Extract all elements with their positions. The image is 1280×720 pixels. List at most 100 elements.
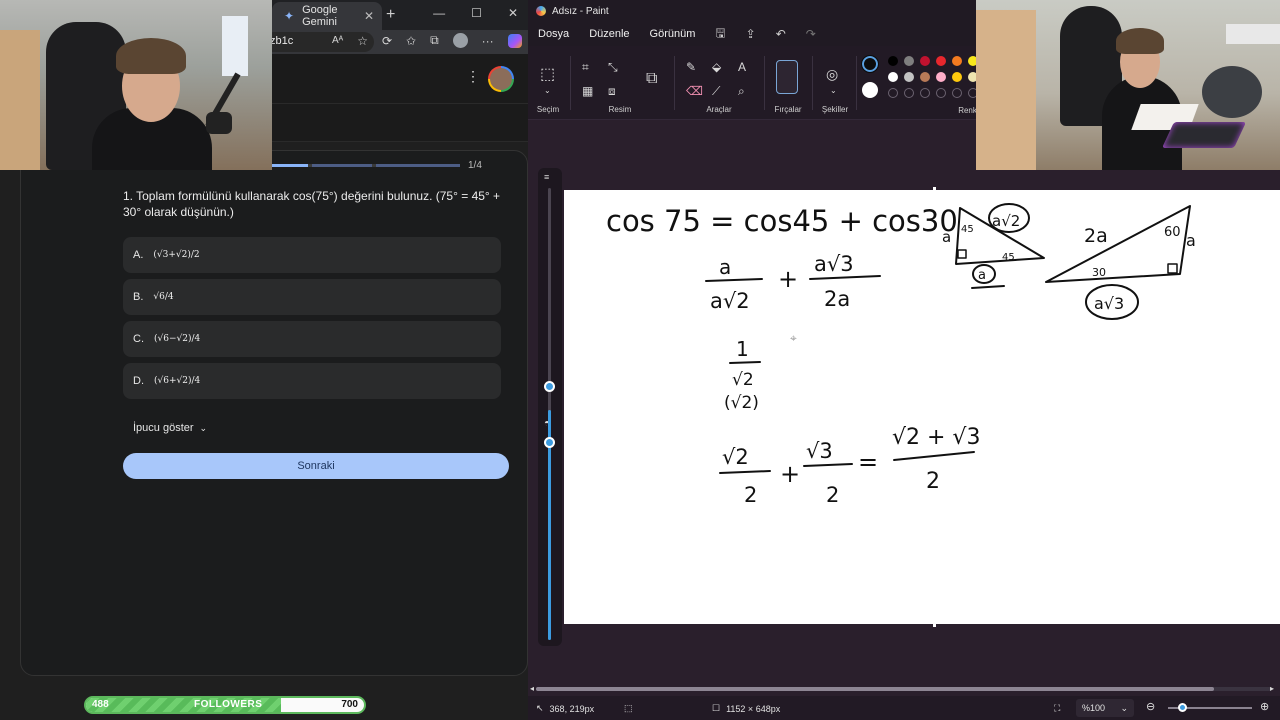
fill-icon[interactable]: ⬙	[712, 60, 721, 74]
crop-icon[interactable]: ⌗	[582, 60, 589, 75]
option-letter: B.	[133, 291, 144, 303]
scroll-left-icon[interactable]: ◂	[530, 684, 534, 693]
final-fraction-1-numerator: √2	[722, 445, 749, 469]
browser-profile-icon[interactable]	[452, 33, 468, 48]
custom-color-slot[interactable]	[888, 88, 898, 98]
gemini-icon: ✦	[284, 9, 295, 23]
canvas-size-value: 1152 × 648px	[726, 703, 781, 714]
close-window-icon[interactable]: ✕	[508, 6, 518, 20]
scroll-right-icon[interactable]: ▸	[1270, 684, 1274, 693]
desk-microphone	[1202, 66, 1262, 118]
drawing-canvas[interactable]: cos 75 = cos45 + cos30 a a√2 + a√3 2a 1 …	[564, 190, 1280, 624]
color-picker-icon[interactable]: ⟋	[712, 84, 720, 99]
answer-option-a[interactable]: A. (√3+√2)/2	[123, 237, 501, 273]
select-rectangle-icon[interactable]: ⬚	[540, 64, 555, 84]
show-hint-toggle[interactable]: İpucu göster ⌄	[133, 422, 207, 434]
brushes-group: Fırçalar	[766, 52, 810, 120]
favorites-icon[interactable]: ✩	[406, 34, 416, 48]
progress-segment	[312, 164, 372, 167]
magnifier-icon[interactable]: ⌕	[738, 84, 745, 99]
window-light	[1226, 24, 1280, 44]
selection-group: ⬚ ⌄ Seçim	[528, 52, 568, 120]
secondary-color[interactable]	[862, 82, 878, 98]
brush-icon[interactable]	[776, 60, 798, 94]
triangle-2-angle-bottom: 30	[1092, 266, 1106, 279]
new-tab-button[interactable]: +	[386, 6, 395, 24]
chevron-down-icon[interactable]: ⌄	[830, 86, 837, 95]
zoom-level-select[interactable]: %100 ⌄	[1076, 699, 1134, 717]
color-swatch[interactable]	[888, 56, 898, 66]
zoom-in-icon[interactable]: ⊕	[1260, 700, 1269, 713]
color-swatch[interactable]	[936, 72, 946, 82]
avatar-image	[490, 68, 512, 90]
more-options-icon[interactable]: ⋮	[466, 68, 480, 85]
copilot-icon[interactable]	[507, 33, 522, 48]
canvas-size: ☐ 1152 × 648px	[712, 703, 780, 714]
text-icon[interactable]: A	[738, 60, 746, 74]
custom-color-slot[interactable]	[936, 88, 946, 98]
undo-icon[interactable]: ↶	[776, 27, 786, 41]
tab-google-gemini[interactable]: ✦ Google Gemini ✕	[272, 2, 382, 30]
selection-icon: ⬚	[624, 703, 633, 713]
color-swatch[interactable]	[904, 56, 914, 66]
fraction-bar	[719, 470, 771, 474]
group-label-image: Resim	[608, 105, 632, 114]
canvas-resize-handle[interactable]	[933, 187, 936, 190]
favorite-star-icon[interactable]: ☆	[357, 34, 368, 48]
chevron-down-icon[interactable]: ⌄	[544, 86, 551, 95]
plus-sign: +	[780, 460, 800, 488]
save-icon[interactable]: 🖫	[715, 24, 725, 45]
fraction-2-denominator: 2a	[824, 287, 850, 311]
extensions-icon[interactable]: ⧉	[430, 33, 439, 48]
rotate-icon[interactable]: ⧈	[608, 84, 616, 99]
refresh-icon[interactable]: ⟳	[382, 34, 392, 48]
color-swatch[interactable]	[920, 56, 930, 66]
maximize-icon[interactable]: ☐	[471, 6, 482, 20]
fit-to-window-icon[interactable]: ⛶	[1054, 703, 1060, 714]
zoom-slider-knob[interactable]	[1178, 703, 1187, 712]
redo-icon[interactable]: ↷	[806, 27, 816, 41]
eraser-icon[interactable]: ⌫	[686, 84, 703, 98]
pencil-icon[interactable]: ✎	[686, 60, 696, 74]
image-background-icon[interactable]: ⧉	[646, 70, 657, 88]
select-all-icon[interactable]: ▦	[582, 84, 593, 98]
opacity-knob[interactable]	[544, 437, 555, 448]
option-letter: A.	[133, 249, 144, 261]
user-avatar[interactable]	[488, 66, 514, 92]
color-swatch[interactable]	[920, 72, 930, 82]
color-swatch[interactable]	[952, 72, 962, 82]
custom-color-slot[interactable]	[920, 88, 930, 98]
person-hair	[1116, 28, 1164, 54]
final-fraction-2-numerator: √3	[806, 439, 833, 463]
answer-option-b[interactable]: B. √6/4	[123, 279, 501, 315]
window-controls: — ☐ ✕	[433, 6, 518, 20]
next-button[interactable]: Sonraki	[123, 453, 509, 479]
custom-color-slot[interactable]	[904, 88, 914, 98]
close-tab-icon[interactable]: ✕	[364, 9, 374, 23]
color-swatch[interactable]	[936, 56, 946, 66]
shapes-icon[interactable]: ◎	[826, 66, 838, 83]
color-swatch[interactable]	[888, 72, 898, 82]
resize-icon[interactable]: ⤡	[608, 60, 618, 75]
address-bar-icons: Aᴬ ☆ ⟳ ✩ ⧉ ···	[332, 33, 522, 48]
right-angle-mark	[1167, 263, 1178, 274]
zoom-out-icon[interactable]: ⊖	[1146, 700, 1155, 713]
share-icon[interactable]: ⇪	[746, 27, 756, 41]
horizontal-scrollbar-thumb[interactable]	[536, 687, 1214, 691]
quiz-progress-count: 1/4	[468, 160, 482, 171]
custom-color-slot[interactable]	[952, 88, 962, 98]
canvas-resize-handle[interactable]	[933, 624, 936, 627]
minimize-icon[interactable]: —	[433, 6, 445, 20]
color-swatch[interactable]	[952, 56, 962, 66]
brush-size-knob[interactable]	[544, 381, 555, 392]
color-swatch[interactable]	[904, 72, 914, 82]
menu-file[interactable]: Dosya	[538, 28, 569, 40]
answer-option-c[interactable]: C. (√6−√2)/4	[123, 321, 501, 357]
primary-color[interactable]	[861, 55, 879, 73]
answer-option-d[interactable]: D. (√6+√2)/4	[123, 363, 501, 399]
menu-edit[interactable]: Düzenle	[589, 28, 629, 40]
read-aloud-icon[interactable]: Aᴬ	[332, 35, 343, 46]
menu-view[interactable]: Görünüm	[650, 28, 696, 40]
browser-menu-icon[interactable]: ···	[482, 34, 494, 48]
fraction-1-numerator: a	[719, 255, 731, 279]
